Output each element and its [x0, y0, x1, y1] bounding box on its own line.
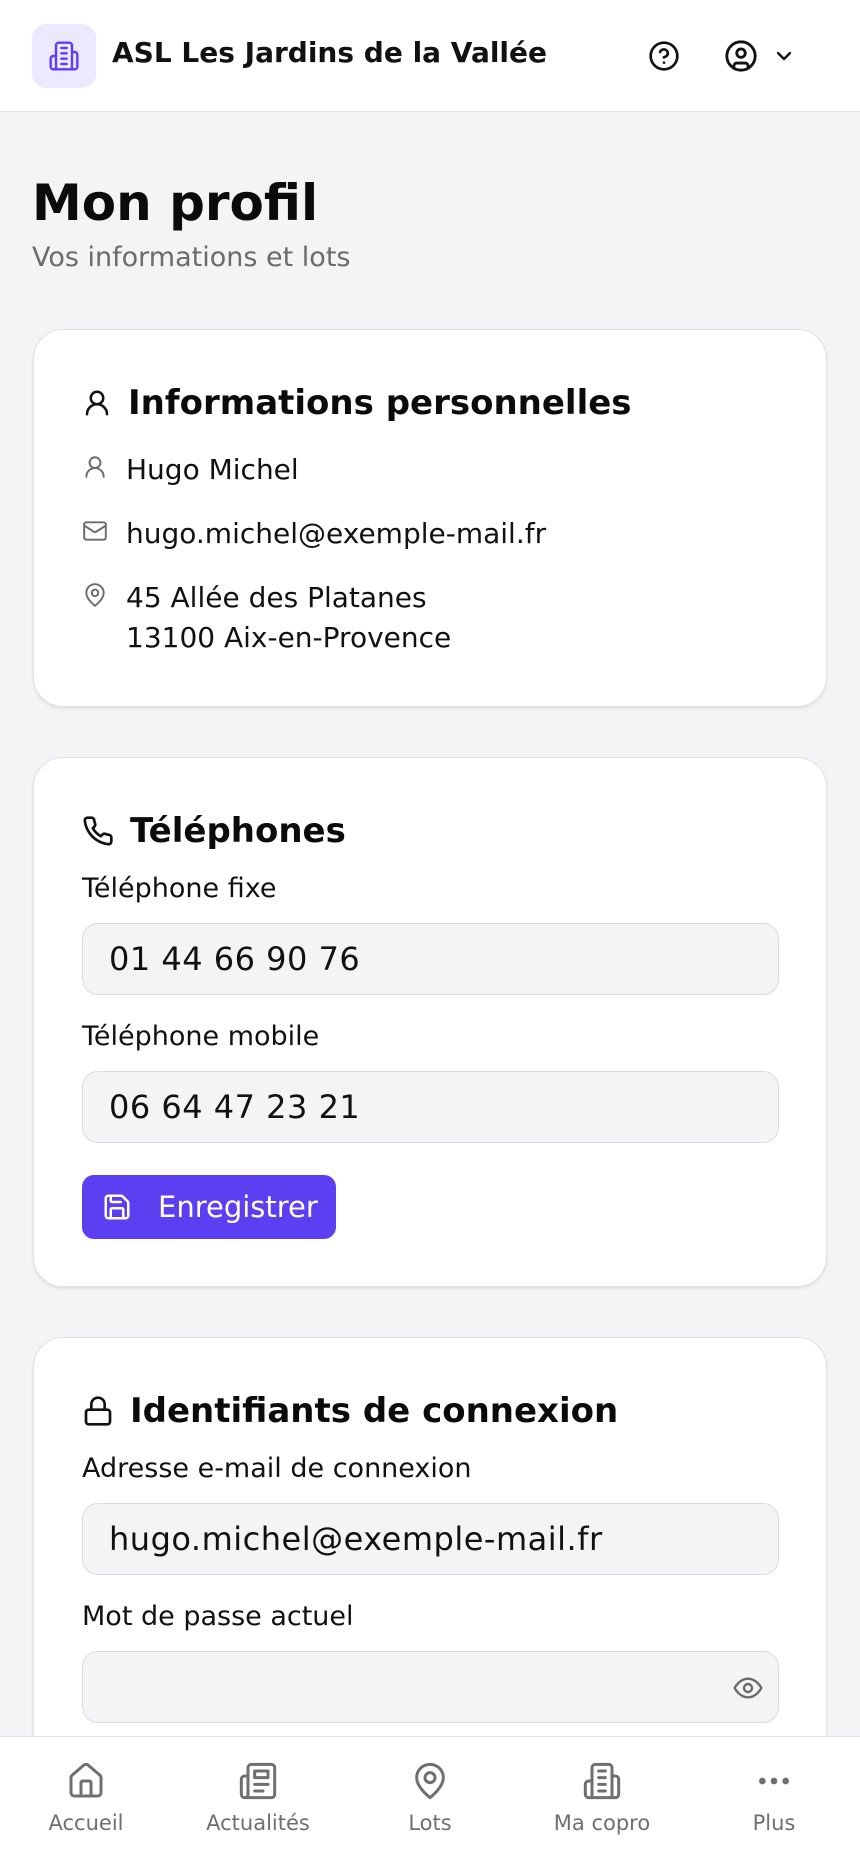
map-pin-icon [415, 1762, 445, 1800]
phones-header: Téléphones [82, 810, 346, 852]
newspaper-icon [239, 1762, 277, 1800]
nav-label-plus: Plus [752, 1811, 796, 1835]
home-icon [69, 1762, 103, 1798]
bottom-nav: Accueil Actualités Lots Ma copro Plus [0, 1736, 860, 1864]
app-logo[interactable] [32, 24, 96, 88]
nav-label-actualites: Actualités [206, 1811, 310, 1835]
nav-item-ma-copro[interactable]: Ma copro [516, 1737, 688, 1864]
personal-info-title: Informations personnelles [128, 383, 632, 423]
mobile-label: Téléphone mobile [82, 1021, 320, 1052]
building-icon [583, 1762, 621, 1800]
app-header: ASL Les Jardins de la Vallée [0, 0, 860, 112]
save-icon [104, 1194, 130, 1220]
user-email: hugo.michel@exemple-mail.fr [126, 517, 547, 550]
user-circle-icon [725, 40, 757, 72]
credentials-header: Identifiants de connexion [82, 1390, 618, 1432]
landline-input[interactable]: 01 44 66 90 76 [82, 923, 779, 995]
address-row: 45 Allée des Platanes 13100 Aix-en-Prove… [82, 578, 451, 658]
user-icon [85, 390, 109, 416]
help-button[interactable] [646, 38, 682, 74]
personal-info-header: Informations personnelles [82, 382, 632, 424]
more-horizontal-icon [758, 1777, 789, 1785]
credentials-title: Identifiants de connexion [130, 1391, 619, 1431]
toggle-password-visibility[interactable] [732, 1672, 764, 1704]
chevron-down-icon [776, 51, 792, 61]
current-password-label: Mot de passe actuel [82, 1601, 354, 1632]
current-password-input[interactable] [82, 1651, 779, 1723]
map-pin-icon [85, 583, 105, 607]
phones-card: Téléphones Téléphone fixe 01 44 66 90 76… [33, 757, 827, 1287]
name-row: Hugo Michel [82, 450, 299, 490]
nav-item-lots[interactable]: Lots [344, 1737, 516, 1864]
help-circle-icon [649, 41, 679, 71]
user-icon [85, 456, 105, 478]
personal-info-card: Informations personnelles Hugo Michel hu… [33, 329, 827, 707]
eye-icon [733, 1677, 763, 1699]
nav-label-ma-copro: Ma copro [553, 1811, 651, 1835]
user-name: Hugo Michel [126, 453, 299, 486]
nav-item-plus[interactable]: Plus [688, 1737, 860, 1864]
phones-title: Téléphones [130, 811, 346, 851]
phone-icon [83, 816, 113, 846]
page-title: Mon profil [32, 174, 319, 232]
address-line-2: 13100 Aix-en-Provence [126, 621, 452, 654]
app-title: ASL Les Jardins de la Vallée [112, 36, 548, 69]
save-button[interactable]: Enregistrer [82, 1175, 336, 1239]
address-line-1: 45 Allée des Platanes [126, 581, 427, 614]
landline-label: Téléphone fixe [82, 873, 277, 904]
email-row: hugo.michel@exemple-mail.fr [82, 514, 546, 554]
login-email-label: Adresse e-mail de connexion [82, 1453, 472, 1484]
nav-label-lots: Lots [408, 1811, 452, 1835]
nav-item-accueil[interactable]: Accueil [0, 1737, 172, 1864]
building-icon [49, 41, 79, 71]
mail-icon [83, 521, 107, 541]
lock-icon [84, 1396, 112, 1426]
mobile-input[interactable]: 06 64 47 23 21 [82, 1071, 779, 1143]
page-subtitle: Vos informations et lots [32, 242, 351, 273]
save-button-label: Enregistrer [158, 1190, 318, 1224]
nav-item-actualites[interactable]: Actualités [172, 1737, 344, 1864]
login-email-input[interactable]: hugo.michel@exemple-mail.fr [82, 1503, 779, 1575]
account-menu-button[interactable] [724, 36, 812, 76]
nav-label-accueil: Accueil [48, 1811, 124, 1835]
